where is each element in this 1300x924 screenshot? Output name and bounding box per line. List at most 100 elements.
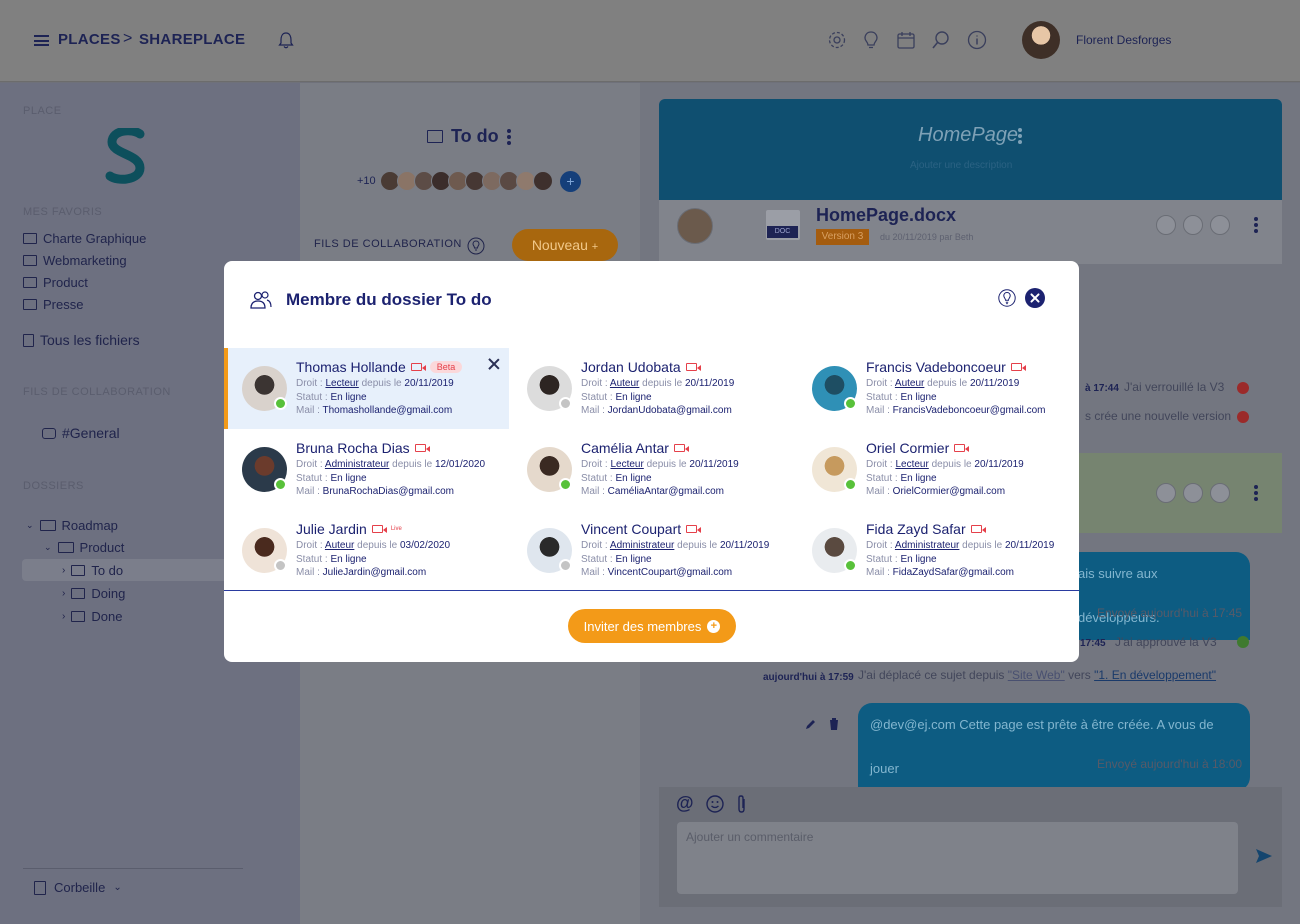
user-name[interactable]: Florent Desforges: [1076, 33, 1171, 47]
menu-icon[interactable]: [34, 35, 49, 46]
member-name: Camélia Antar: [581, 440, 689, 456]
more-icon[interactable]: [1254, 485, 1258, 501]
member-card[interactable]: Francis Vadeboncoeur Droit : Auteur depui…: [794, 348, 1079, 429]
video-icon[interactable]: [1010, 363, 1026, 371]
document-title[interactable]: HomePage.docx: [816, 205, 956, 226]
user-avatar[interactable]: [1022, 21, 1060, 59]
tree-item-product[interactable]: ⌄ Product: [44, 540, 124, 555]
member-status: Statut : En ligne: [296, 554, 367, 565]
edit-icon[interactable]: [1183, 483, 1203, 503]
live-badge: Live: [390, 526, 402, 532]
new-button-label: Nouveau: [531, 237, 588, 253]
lightbulb-icon[interactable]: [467, 237, 485, 255]
member-card[interactable]: Fida Zayd Safar Droit : Administrateur de…: [794, 510, 1079, 591]
view-icon[interactable]: [1156, 215, 1176, 235]
edit-icon[interactable]: [1183, 215, 1203, 235]
folder-open-icon: [57, 542, 74, 553]
member-avatar[interactable]: [533, 171, 553, 191]
trash-button[interactable]: Corbeille ⌄: [34, 880, 122, 895]
favorite-label: Product: [43, 275, 88, 290]
invite-label: Inviter des membres: [583, 618, 702, 634]
member-email: Mail : JordanUdobata@gmail.com: [581, 405, 732, 416]
favorites-label: MES FAVORIS: [23, 206, 103, 218]
folder-icon: [23, 277, 37, 288]
all-files-link[interactable]: Tous les fichiers: [23, 332, 140, 348]
lock-status-icon: [1237, 382, 1249, 394]
more-icon[interactable]: [1254, 217, 1258, 233]
member-status: Statut : En ligne: [581, 392, 652, 403]
member-status: Statut : En ligne: [581, 473, 652, 484]
video-icon[interactable]: [371, 525, 387, 533]
search-icon[interactable]: [931, 30, 951, 50]
member-status: Statut : En ligne: [866, 473, 937, 484]
info-icon[interactable]: [967, 30, 987, 50]
member-card[interactable]: Jordan Udobata Droit : Auteur depuis le 2…: [509, 348, 794, 429]
lightbulb-icon[interactable]: [998, 289, 1016, 307]
emoji-icon[interactable]: [706, 795, 724, 813]
member-email: Mail : JulieJardin@gmail.com: [296, 567, 427, 578]
favorite-item[interactable]: Product: [23, 275, 88, 290]
chevron-down-icon: ⌄: [113, 882, 122, 893]
chevron-right-icon: ›: [62, 565, 66, 576]
chat-icon: [42, 427, 56, 439]
lightbulb-icon[interactable]: [861, 30, 881, 50]
calendar-icon[interactable]: [896, 30, 916, 50]
new-thread-button[interactable]: Nouveau +: [512, 229, 618, 261]
breadcrumb-shareplace[interactable]: SHAREPLACE: [139, 31, 245, 48]
member-email: Mail : OrielCormier@gmail.com: [866, 486, 1006, 497]
member-email: Mail : Thomashollande@gmail.com: [296, 405, 453, 416]
video-icon[interactable]: [954, 444, 970, 452]
close-button[interactable]: [1025, 288, 1045, 308]
edit-icon[interactable]: [804, 718, 817, 731]
view-icon[interactable]: [1156, 483, 1176, 503]
add-member-button[interactable]: +: [560, 171, 581, 192]
tree-item-todo[interactable]: › To do: [62, 563, 123, 578]
tree-item-doing[interactable]: › Doing: [62, 586, 125, 601]
remove-member-icon[interactable]: [488, 358, 500, 370]
video-icon[interactable]: [414, 444, 430, 452]
mention-icon[interactable]: @: [676, 793, 694, 814]
sent-time: Envoyé aujourd'hui à 18:00: [1097, 757, 1243, 771]
video-icon[interactable]: [410, 363, 426, 371]
member-card[interactable]: Thomas Hollande Beta Droit : Lecteur depui…: [224, 348, 509, 429]
more-icon[interactable]: [1018, 128, 1022, 144]
comment-input[interactable]: Ajouter un commentaire: [677, 822, 1238, 894]
extra-members-count[interactable]: +10: [357, 175, 376, 187]
favorite-item[interactable]: Webmarketing: [23, 253, 127, 268]
video-icon[interactable]: [673, 444, 689, 452]
gear-icon[interactable]: [827, 30, 847, 50]
tree-item-roadmap[interactable]: ⌄ Roadmap: [26, 518, 118, 533]
check-icon[interactable]: [1210, 483, 1230, 503]
bell-icon[interactable]: [278, 31, 294, 49]
favorite-item[interactable]: Charte Graphique: [23, 231, 146, 246]
activity-time: 17:45: [1080, 638, 1106, 649]
video-icon[interactable]: [686, 525, 702, 533]
attachment-icon[interactable]: [735, 794, 748, 814]
member-card[interactable]: Oriel Cormier Droit : Lecteur depuis le 2…: [794, 429, 1079, 510]
page-description[interactable]: Ajouter une description: [910, 160, 1012, 171]
favorite-item[interactable]: Presse: [23, 297, 83, 312]
invite-members-button[interactable]: Inviter des membres +: [568, 609, 736, 643]
trash-icon[interactable]: [828, 717, 840, 731]
place-label: PLACE: [23, 105, 62, 117]
member-name: Julie Jardin Live: [296, 521, 402, 537]
video-icon[interactable]: [970, 525, 986, 533]
member-card[interactable]: Camélia Antar Droit : Lecteur depuis le 2…: [509, 429, 794, 510]
activity-text: J'ai verrouillé la V3: [1124, 380, 1225, 394]
breadcrumb-places[interactable]: PLACES: [58, 31, 121, 48]
check-icon[interactable]: [1210, 215, 1230, 235]
member-role: Droit : Lecteur depuis le 20/11/2019: [296, 378, 454, 389]
channel-general[interactable]: #General: [42, 425, 120, 441]
send-icon[interactable]: [1255, 848, 1273, 864]
member-card[interactable]: Bruna Rocha Dias Droit : Administrateur d…: [224, 429, 509, 510]
video-icon[interactable]: [685, 363, 701, 371]
member-card[interactable]: Julie Jardin Live Droit : Auteur depuis le…: [224, 510, 509, 591]
tree-item-done[interactable]: › Done: [62, 609, 122, 624]
member-email: Mail : VincentCoupart@gmail.com: [581, 567, 733, 578]
folders-label: DOSSIERS: [23, 480, 84, 492]
member-card[interactable]: Vincent Coupart Droit : Administrateur de…: [509, 510, 794, 591]
activity-time: aujourd'hui à 17:59: [763, 672, 854, 683]
more-icon[interactable]: [506, 128, 511, 145]
member-role: Droit : Auteur depuis le 20/11/2019: [866, 378, 1020, 389]
presence-indicator: [844, 559, 857, 572]
